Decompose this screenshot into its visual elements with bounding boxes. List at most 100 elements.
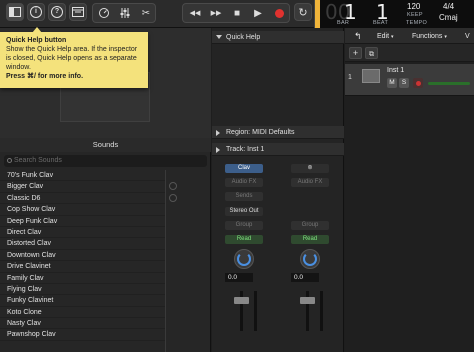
group-slot[interactable]: Group [291,221,329,230]
list-item[interactable]: Nasty Clav [0,318,165,330]
lcd-accent [315,0,320,28]
pan-knob[interactable] [300,249,320,269]
level-meter [320,291,323,331]
track-header[interactable]: Track: Inst 1 [212,143,344,156]
pan-knob[interactable] [234,249,254,269]
automation-mode[interactable]: Read [225,235,263,244]
tracks-area: ↰ Edit ▾ Functions ▾ V + ⧉ 1 Inst 1 M S [345,28,474,352]
library-button[interactable] [6,3,24,21]
list-item[interactable]: 70's Funk Clav [0,170,165,182]
search-sounds-input[interactable]: Search Sounds [4,155,207,167]
selection-circle-icon[interactable] [169,182,177,190]
functions-menu-label: Functions [412,33,443,40]
quick-help-button[interactable]: ? [48,3,66,21]
level-meter [254,291,257,331]
list-item[interactable]: Direct Clav [0,227,165,239]
audio-fx-slot[interactable]: Audio FX [225,178,263,187]
lcd-bar-label: BAR [337,20,350,26]
list-item[interactable]: Downtown Clav [0,250,165,262]
pan-ring-icon [237,252,251,266]
play-icon: ▶ [254,7,262,19]
chevron-down-icon: ▾ [444,34,447,40]
cycle-button[interactable]: ↻ [294,3,312,21]
list-item[interactable]: Deep Funk Clav [0,216,165,227]
lcd-key: Cmaj [439,13,458,22]
list-item[interactable]: Drive Clavinet [0,261,165,273]
track-name[interactable]: Inst 1 [387,67,404,74]
toolbar-toggle-button[interactable] [69,3,87,21]
list-item[interactable]: Funky Clavinet [0,295,165,307]
output-slot[interactable]: Stereo Out [225,207,263,216]
editors-button[interactable]: ✂ [136,4,156,22]
tracks-menubar: ↰ Edit ▾ Functions ▾ V [345,28,474,44]
instrument-slot[interactable]: Clav [225,164,263,173]
track-row[interactable]: 1 Inst 1 M S [345,64,474,96]
lcd-display[interactable]: 00 1 BAR 1 BEAT 120 KEEP TEMPO 4/4 Cmaj [314,0,474,28]
record-button[interactable] [269,4,289,22]
list-item[interactable]: Family Clav [0,273,165,284]
record-icon [274,8,284,18]
track-volume-slider[interactable] [428,82,470,85]
tooltip-tail [32,27,42,33]
lcd-tempo-label: TEMPO [406,20,428,26]
sends-slot[interactable]: Sends [225,192,263,201]
channel-strip-output: ⊚ Audio FX Group Read 0.0 [278,161,338,352]
mixer-button[interactable] [115,4,135,22]
duplicate-track-button[interactable]: ⧉ [365,47,378,59]
smart-controls-icon [99,8,109,18]
inspector-button[interactable]: i [27,3,45,21]
forward-button[interactable]: ▶▶ [206,4,226,22]
library-icon [9,7,21,17]
list-item[interactable]: Distorted Clav [0,238,165,250]
edit-menu-label: Edit [377,33,390,40]
info-icon: i [30,6,42,18]
tracks-header: + ⧉ [345,44,474,62]
lcd-signature: 4/4 [443,2,455,11]
solo-button[interactable]: S [399,78,409,88]
region-label: Region: MIDI Defaults [226,129,295,136]
quick-help-label: Quick Help [226,34,261,41]
list-item[interactable]: Classic D6 [0,193,165,205]
rewind-button[interactable]: ◀◀ [185,4,205,22]
volume-fader-handle[interactable] [300,297,315,304]
link-slot[interactable]: ⊚ [291,164,329,173]
region-header[interactable]: Region: MIDI Defaults [212,126,344,139]
cycle-icon: ↻ [298,6,308,19]
chevron-down-icon: ▾ [391,34,394,40]
list-item[interactable]: Bigger Clav [0,181,165,193]
track-number: 1 [348,74,352,81]
list-item[interactable]: Pawnshop Clav [0,329,165,341]
mute-button[interactable]: M [387,78,397,88]
audio-fx-slot[interactable]: Audio FX [291,178,329,187]
pan-ring-icon [303,252,317,266]
sound-subcategory-column [166,170,211,352]
transport-group: ◀◀ ▶▶ ■ ▶ [182,3,290,23]
volume-fader-handle[interactable] [234,297,249,304]
add-track-button[interactable]: + [349,47,362,59]
channel-strip-inst1: Clav Audio FX Sends Stereo Out Group Rea… [212,161,272,352]
stop-button[interactable]: ■ [227,4,247,22]
view-menu[interactable]: V [465,31,470,42]
edit-menu[interactable]: Edit ▾ [377,31,394,42]
record-enable-button[interactable] [413,78,423,88]
channel-strips: Clav Audio FX Sends Stereo Out Group Rea… [212,161,344,352]
quick-help-tooltip: Quick Help button Show the Quick Help ar… [0,32,148,88]
back-arrow-icon[interactable]: ↰ [354,31,362,42]
keyboard-icon [362,69,380,83]
quick-help-header[interactable]: Quick Help [212,31,344,44]
sounds-header: Sounds [0,138,211,152]
group-slot[interactable]: Group [225,221,263,230]
list-item[interactable]: Koto Clone [0,307,165,319]
inspector-panel: Quick Help Region: MIDI Defaults Track: … [212,28,344,352]
functions-menu[interactable]: Functions ▾ [412,31,447,42]
tooltip-title: Quick Help button [6,37,67,44]
play-button[interactable]: ▶ [248,4,268,22]
list-item[interactable]: Flying Clav [0,284,165,296]
smart-controls-button[interactable] [94,4,114,22]
automation-mode[interactable]: Read [291,235,329,244]
disclosure-down-icon [216,35,222,39]
tooltip-body: Show the Quick Help area. If the inspect… [6,46,138,71]
list-item[interactable]: Cop Show Clav [0,204,165,216]
selection-circle-icon[interactable] [169,194,177,202]
scissors-icon: ✂ [141,7,151,19]
